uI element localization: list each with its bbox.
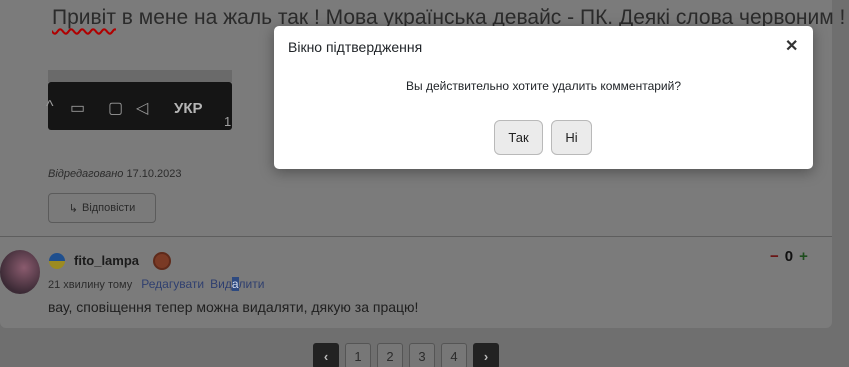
- vote-widget: −0 +: [770, 248, 808, 265]
- reply-button[interactable]: ↳ Відповісти: [48, 193, 156, 223]
- reply-arrow-icon: ↳: [68, 202, 78, 215]
- camera-icon: ▢: [108, 100, 124, 117]
- comment-username[interactable]: fito_lampa: [74, 253, 139, 268]
- comment-text: вау, сповіщення тепер можна видаляти, дя…: [48, 299, 419, 315]
- page-2-button[interactable]: 2: [377, 343, 403, 367]
- taskbar-screenshot-image: ^ ▭ ▢ ◁ УКР 1: [46, 70, 232, 130]
- avatar[interactable]: [0, 250, 40, 294]
- user-rank-badge-icon: [153, 252, 171, 270]
- confirm-yes-button[interactable]: Так: [494, 120, 543, 155]
- taskbar-top-strip: [48, 70, 232, 82]
- divider: [0, 236, 832, 237]
- vote-score: 0: [784, 248, 794, 265]
- edit-comment-link[interactable]: Редагувати: [141, 277, 204, 291]
- chevron-up-icon: ^: [46, 98, 54, 115]
- monitor-icon: ▭: [70, 100, 86, 117]
- edited-info: Відредаговано 17.10.2023: [48, 168, 182, 180]
- ukraine-flag-icon: [49, 253, 65, 269]
- taskbar-number: 1: [224, 114, 232, 129]
- language-indicator: УКР: [174, 100, 203, 117]
- confirmation-dialog: Вікно підтвердження ✕ Вы действительно х…: [274, 26, 813, 169]
- dialog-message: Вы действительно хотите удалить коммента…: [406, 79, 681, 93]
- page-1-button[interactable]: 1: [345, 343, 371, 367]
- comment-meta: 21 хвилину тому Редагувати Видалити: [48, 277, 264, 291]
- confirm-no-button[interactable]: Ні: [551, 120, 592, 155]
- close-icon[interactable]: ✕: [785, 36, 798, 56]
- page-4-button[interactable]: 4: [441, 343, 467, 367]
- speaker-icon: ◁: [136, 100, 149, 117]
- prev-page-button[interactable]: ‹: [313, 343, 339, 367]
- downvote-button[interactable]: −: [770, 248, 779, 265]
- dialog-title: Вікно підтвердження: [288, 39, 423, 55]
- page-3-button[interactable]: 3: [409, 343, 435, 367]
- next-page-button[interactable]: ›: [473, 343, 499, 367]
- pagination: ‹ 1 2 3 4 ›: [313, 343, 499, 367]
- delete-comment-link[interactable]: Видалити: [210, 277, 264, 291]
- upvote-button[interactable]: +: [799, 248, 808, 265]
- comment-time: 21 хвилину тому: [48, 279, 133, 291]
